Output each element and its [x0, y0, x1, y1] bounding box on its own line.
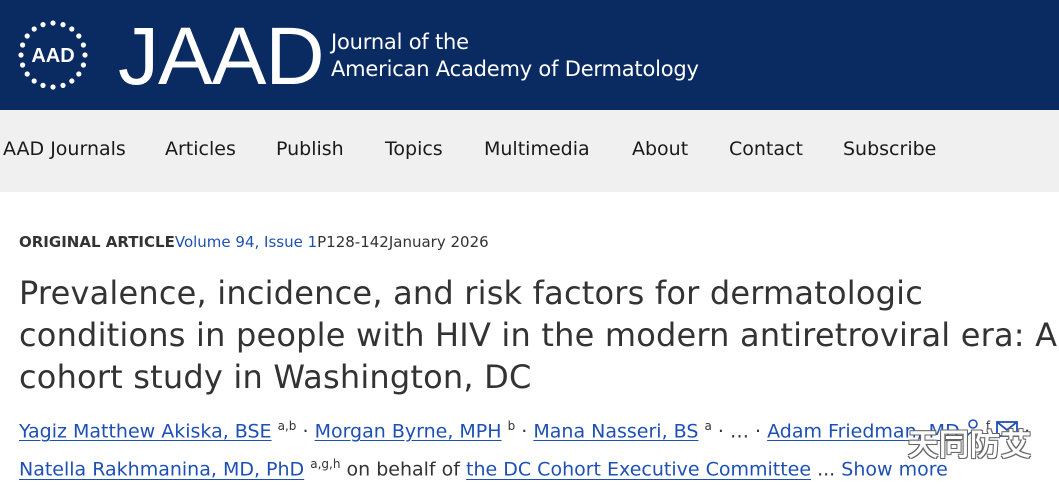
nav-item-articles[interactable]: Articles: [165, 138, 236, 160]
journal-full-name: Journal of the American Academy of Derma…: [331, 29, 699, 83]
author-link[interactable]: Yagiz Matthew Akiska, BSE: [19, 420, 272, 442]
committee-link[interactable]: the DC Cohort Executive Committee: [466, 459, 811, 481]
page-range: P128-142: [317, 233, 389, 251]
badge-text: AAD: [31, 45, 74, 67]
aad-logo-badge[interactable]: AAD: [16, 18, 90, 92]
nav-item-subscribe[interactable]: Subscribe: [843, 138, 936, 160]
author-affiliation[interactable]: a,g,h: [310, 457, 340, 471]
nav-item-topics[interactable]: Topics: [385, 138, 443, 160]
author-separator: ·: [302, 420, 309, 443]
nav-item-aad-journals[interactable]: AAD Journals: [3, 138, 126, 160]
article-title: Prevalence, incidence, and risk factors …: [19, 274, 1058, 396]
nav-item-about[interactable]: About: [632, 138, 688, 160]
author-separator: ·: [717, 420, 724, 443]
article-type: ORIGINAL ARTICLE: [19, 233, 175, 251]
author-link[interactable]: Mana Nasseri, BS: [533, 420, 698, 442]
author-affiliation[interactable]: b: [508, 419, 516, 433]
author-separator: ·: [755, 420, 762, 443]
author-list: Yagiz Matthew Akiska, BSE a,b · Morgan B…: [19, 410, 1059, 487]
author-affiliation[interactable]: a: [704, 419, 711, 433]
aad-badge-icon: AAD: [18, 20, 88, 90]
publication-date: January 2026: [388, 233, 489, 251]
journal-name-line2: American Academy of Dermatology: [331, 57, 699, 81]
collapsed-authors-ellipsis[interactable]: …: [730, 420, 749, 442]
author-affiliation[interactable]: a,b: [278, 419, 297, 433]
author-link[interactable]: Natella Rakhmanina, MD, PhD: [19, 459, 304, 481]
journal-name-line1: Journal of the: [331, 30, 469, 54]
nav-item-publish[interactable]: Publish: [276, 138, 344, 160]
nav-item-contact[interactable]: Contact: [729, 138, 803, 160]
main-navigation: AAD Journals Articles Publish Topics Mul…: [0, 110, 1059, 192]
more-ellipsis: ...: [817, 458, 836, 481]
author-link[interactable]: Morgan Byrne, MPH: [315, 420, 502, 442]
watermark-text: 天同防艾: [908, 428, 1032, 463]
volume-issue-link[interactable]: Volume 94, Issue 1: [175, 233, 317, 251]
site-header: AAD JAAD Journal of the American Academy…: [0, 0, 1059, 110]
nav-item-multimedia[interactable]: Multimedia: [484, 138, 590, 160]
article-meta: ORIGINAL ARTICLEVolume 94, Issue 1P128-1…: [19, 233, 489, 251]
on-behalf-text: on behalf of: [346, 458, 460, 481]
author-separator: ·: [521, 420, 528, 443]
journal-abbreviation[interactable]: JAAD: [118, 12, 325, 102]
